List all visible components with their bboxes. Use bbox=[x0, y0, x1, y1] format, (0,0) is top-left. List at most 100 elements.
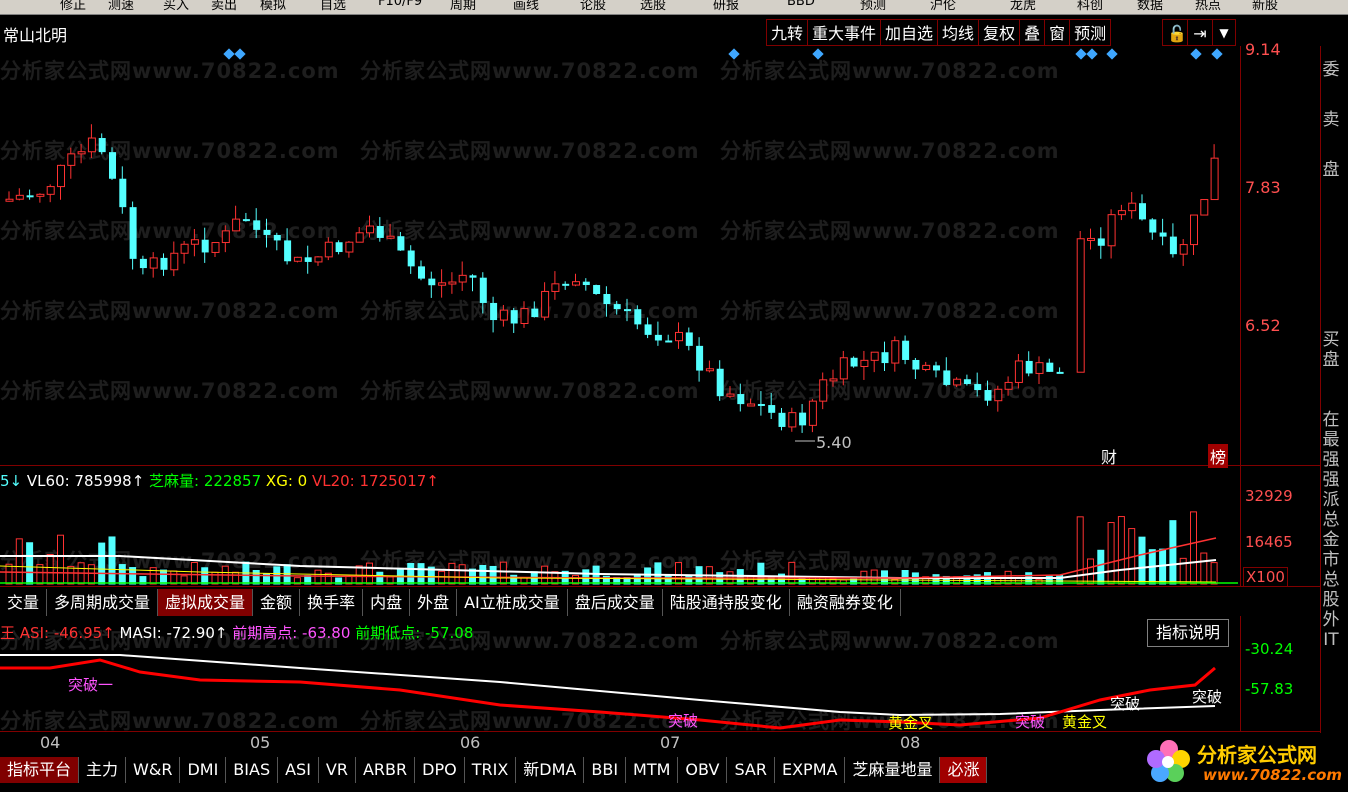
side-panel-item[interactable]: 在 bbox=[1322, 410, 1340, 430]
indicator-tab[interactable]: 陆股通持股变化 bbox=[663, 589, 790, 616]
side-panel-item[interactable]: IT bbox=[1322, 630, 1340, 650]
flower-logo-icon bbox=[1147, 740, 1190, 782]
candle-body bbox=[201, 239, 209, 253]
candle-body bbox=[593, 285, 601, 294]
bottom-indicator-tab[interactable]: 主力 bbox=[79, 757, 127, 783]
candle-body bbox=[263, 229, 271, 235]
volume-bar bbox=[170, 570, 178, 585]
side-panel-item[interactable]: 市 bbox=[1322, 550, 1340, 570]
bottom-indicator-tab[interactable]: 必涨 bbox=[940, 757, 988, 783]
bottom-indicator-tab[interactable]: OBV bbox=[678, 757, 728, 783]
indicator-tab[interactable]: 交量 bbox=[0, 589, 48, 616]
candle-body bbox=[1097, 238, 1105, 246]
bottom-indicator-tab[interactable]: EXPMA bbox=[774, 757, 846, 783]
volume-bar bbox=[499, 561, 507, 585]
indicator-tabs: 交量 多周期成交量 虚拟成交量 金额 换手率 内盘 外盘 AI立桩成交量 盘后成交量 陆股通持股变… bbox=[0, 589, 901, 616]
candle-body bbox=[839, 357, 848, 380]
ranking-marker[interactable]: 榜 bbox=[1208, 444, 1229, 468]
side-panel-item[interactable]: 买 bbox=[1322, 330, 1340, 350]
indicator-tab[interactable]: 金额 bbox=[253, 589, 301, 616]
bottom-indicator-tab[interactable]: W&R bbox=[126, 757, 181, 783]
side-panel-item[interactable]: 派 bbox=[1322, 490, 1340, 510]
bottom-indicator-tab[interactable]: DPO bbox=[415, 757, 465, 783]
asi-label-top: -30.24 bbox=[1245, 640, 1294, 658]
volume-ma-red bbox=[0, 537, 1217, 579]
side-panel-item[interactable]: 金 bbox=[1322, 530, 1340, 550]
volume-bar bbox=[448, 562, 456, 585]
month-label: 07 bbox=[660, 733, 681, 752]
event-diamond-icon bbox=[728, 48, 740, 60]
candle-body bbox=[716, 368, 724, 397]
volume-bar bbox=[479, 564, 487, 585]
indicator-explain-button[interactable]: 指标说明 bbox=[1147, 619, 1230, 647]
side-panel-item[interactable]: 外 bbox=[1322, 610, 1340, 630]
candle-body bbox=[1014, 360, 1023, 383]
indicator-tab[interactable]: 换手率 bbox=[300, 589, 364, 616]
bottom-indicator-tab[interactable]: SAR bbox=[727, 757, 775, 783]
indicator-tab[interactable]: 融资融券变化 bbox=[790, 589, 901, 616]
indicator-tab[interactable]: 外盘 bbox=[410, 589, 458, 616]
volume-bar bbox=[190, 562, 198, 585]
candle-body bbox=[180, 243, 189, 254]
side-panel-item[interactable]: 盘 bbox=[1322, 160, 1340, 180]
candle-body bbox=[438, 282, 447, 286]
candle-body bbox=[654, 334, 662, 341]
volume-bar bbox=[46, 554, 54, 585]
bottom-indicator-tab[interactable]: DMI bbox=[180, 757, 227, 783]
candle-body bbox=[304, 257, 312, 262]
candle-body bbox=[1087, 237, 1095, 241]
month-label: 06 bbox=[460, 733, 481, 752]
indicator-tab[interactable]: 多周期成交量 bbox=[47, 589, 159, 616]
candle-body bbox=[1107, 214, 1116, 247]
asi-prefix: 王 bbox=[0, 624, 16, 642]
prev-low-value: 前期低点: -57.08 bbox=[355, 624, 474, 642]
bottom-indicator-tab[interactable]: 新DMA bbox=[516, 757, 585, 783]
candle-body bbox=[1179, 244, 1188, 255]
volume-bar bbox=[5, 563, 13, 585]
indicator-tab[interactable]: 盘后成交量 bbox=[568, 589, 663, 616]
side-panel-item[interactable]: 总 bbox=[1322, 570, 1340, 590]
candle-body bbox=[582, 281, 590, 286]
volume-bar bbox=[1097, 549, 1105, 585]
indicator-tab[interactable]: 内盘 bbox=[363, 589, 411, 616]
volume-bar bbox=[654, 562, 662, 585]
finance-marker[interactable]: 财 bbox=[1101, 444, 1117, 468]
volume-bar bbox=[1169, 520, 1177, 585]
candle-body bbox=[36, 193, 45, 197]
volume-bar bbox=[592, 565, 600, 585]
bottom-indicator-tab[interactable]: TRIX bbox=[464, 757, 517, 783]
candle-body bbox=[1035, 362, 1044, 374]
bottom-indicator-tab[interactable]: VR bbox=[318, 757, 356, 783]
bottom-indicator-tab[interactable]: MTM bbox=[626, 757, 679, 783]
side-panel-item[interactable]: 总 bbox=[1322, 510, 1340, 530]
indicator-tab[interactable]: AI立桩成交量 bbox=[457, 589, 568, 616]
side-panel-item[interactable]: 强 bbox=[1322, 450, 1340, 470]
indicator-tab[interactable]: 虚拟成交量 bbox=[158, 589, 254, 616]
candle-body bbox=[26, 195, 34, 198]
bottom-indicator-tab[interactable]: BIAS bbox=[226, 757, 279, 783]
bottom-indicator-tab[interactable]: ARBR bbox=[355, 757, 416, 783]
side-panel-item[interactable]: 强 bbox=[1322, 470, 1340, 490]
candle-body bbox=[1149, 219, 1157, 233]
side-panel-item[interactable]: 股 bbox=[1322, 590, 1340, 610]
bottom-indicator-tab[interactable]: ASI bbox=[278, 757, 319, 783]
candle-body bbox=[891, 340, 900, 364]
bottom-indicator-tab[interactable]: 指标平台 bbox=[0, 757, 80, 783]
bottom-indicator-tab[interactable]: BBI bbox=[584, 757, 627, 783]
asi-breakout-label: 突破 bbox=[1192, 688, 1223, 706]
side-panel-item[interactable]: 卖 bbox=[1322, 110, 1340, 130]
candle-body bbox=[613, 304, 621, 310]
chart-canvas[interactable] bbox=[0, 0, 1348, 792]
side-panel-item[interactable]: 委 bbox=[1322, 60, 1340, 80]
bottom-indicator-tab[interactable]: 芝麻量地量 bbox=[845, 757, 941, 783]
event-diamond-icon bbox=[234, 48, 246, 60]
candle-body bbox=[912, 359, 920, 370]
side-panel-item[interactable]: 盘 bbox=[1322, 350, 1340, 370]
logo-url: www.70822.com bbox=[1203, 766, 1343, 784]
candle-body bbox=[778, 412, 786, 427]
side-panel-item[interactable]: 最 bbox=[1322, 430, 1340, 450]
volume-bar bbox=[252, 569, 260, 585]
candle-body bbox=[490, 302, 498, 321]
candle-body bbox=[974, 384, 982, 391]
volume-bar bbox=[201, 567, 209, 585]
